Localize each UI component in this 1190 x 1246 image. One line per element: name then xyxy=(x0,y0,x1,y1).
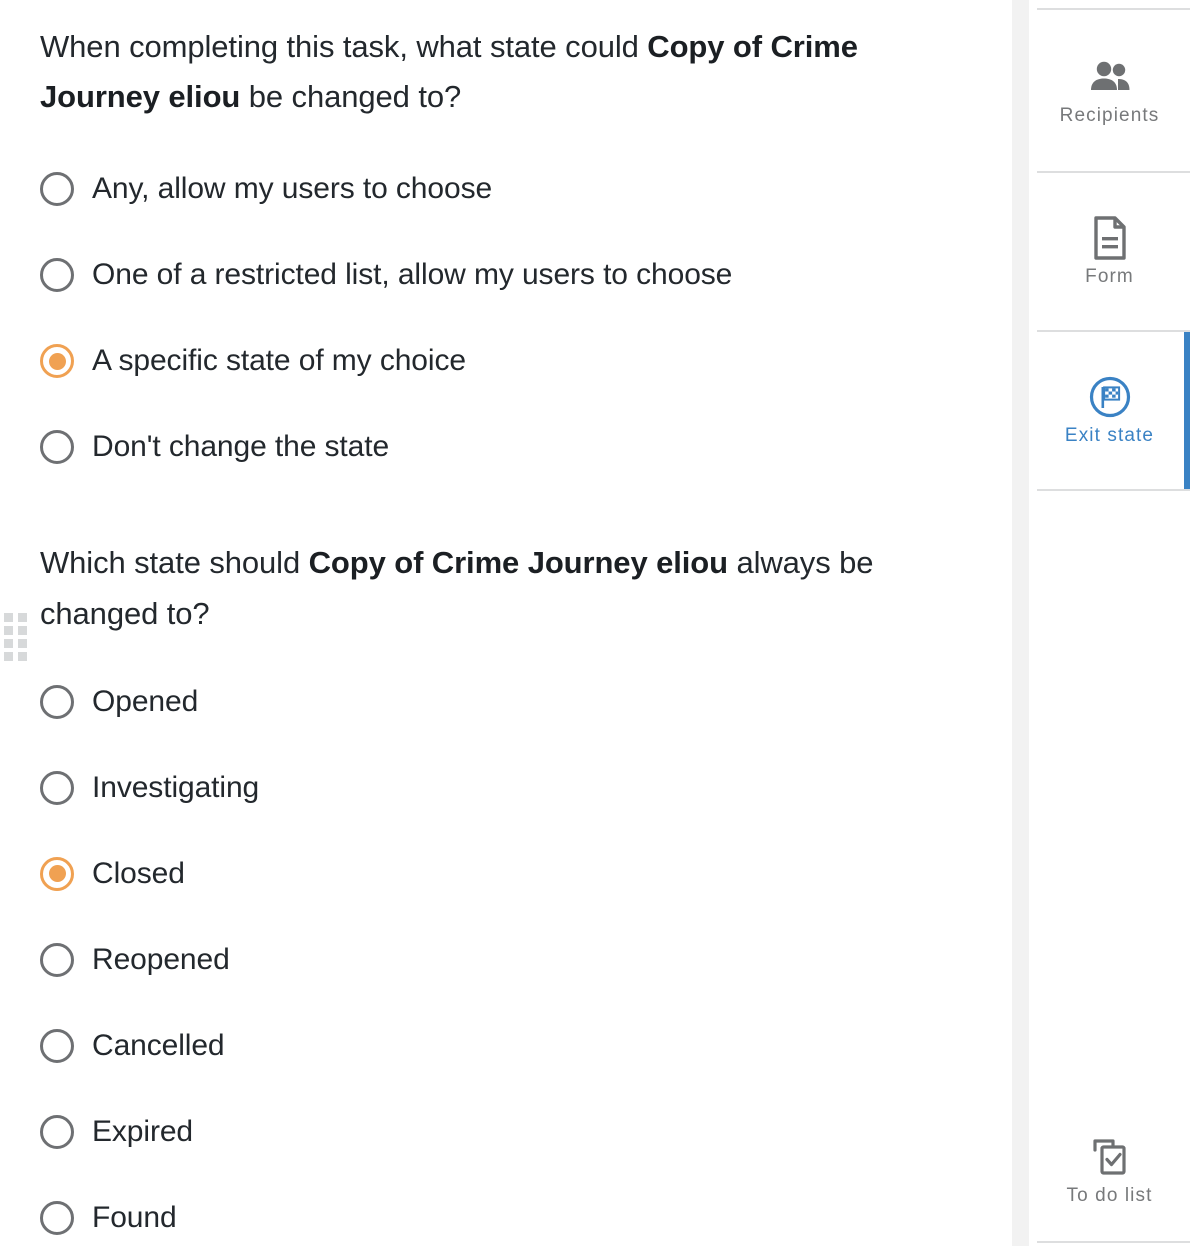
screen-root: When completing this task, what state co… xyxy=(0,0,1190,1246)
radio-icon[interactable] xyxy=(40,1200,74,1235)
sidebar-item-exit-state[interactable]: Exit state xyxy=(1029,332,1190,489)
document-icon xyxy=(1092,215,1128,261)
drag-dot xyxy=(18,613,27,622)
radio-icon[interactable] xyxy=(40,942,74,977)
radio-icon[interactable] xyxy=(40,258,74,293)
radio-icon[interactable] xyxy=(40,770,74,805)
option-dont-change-the-state[interactable]: Don't change the state xyxy=(40,404,972,490)
option-found[interactable]: Found xyxy=(40,1175,972,1246)
question-1-prefix: When completing this task, what state co… xyxy=(40,29,648,64)
option-label: Don't change the state xyxy=(92,430,390,464)
drag-dot xyxy=(4,639,13,648)
people-icon xyxy=(1088,54,1132,100)
form-content: When completing this task, what state co… xyxy=(0,0,1012,1246)
option-label: Cancelled xyxy=(92,1028,225,1062)
option-label: A specific state of my choice xyxy=(92,344,466,378)
question-2-text: Which state should Copy of Crime Journey… xyxy=(40,538,945,638)
option-label: One of a restricted list, allow my users… xyxy=(92,258,733,292)
checkered-flag-icon xyxy=(1088,374,1132,420)
option-any-allow-users-choose[interactable]: Any, allow my users to choose xyxy=(40,146,972,232)
question-1-suffix: be changed to? xyxy=(240,79,462,115)
sidebar-divider xyxy=(1037,489,1190,491)
sidebar-item-label: Recipients xyxy=(1059,105,1160,127)
sidebar-active-indicator xyxy=(1184,332,1190,489)
drag-handle-icon[interactable] xyxy=(4,613,27,661)
option-investigating[interactable]: Investigating xyxy=(40,745,972,831)
sidebar-divider xyxy=(1037,1241,1190,1243)
option-closed[interactable]: Closed xyxy=(40,831,972,917)
drag-dot xyxy=(18,626,27,635)
radio-icon[interactable] xyxy=(40,1028,74,1063)
radio-selected-icon[interactable] xyxy=(40,856,74,891)
sidebar-item-recipients[interactable]: Recipients xyxy=(1029,10,1190,171)
option-label: Reopened xyxy=(92,942,230,976)
question-1-options: Any, allow my users to choose One of a r… xyxy=(40,146,972,490)
radio-icon[interactable] xyxy=(40,172,74,207)
option-expired[interactable]: Expired xyxy=(40,1089,972,1175)
vertical-scrollbar-track[interactable] xyxy=(1012,0,1030,1246)
option-opened[interactable]: Opened xyxy=(40,659,972,745)
option-reopened[interactable]: Reopened xyxy=(40,917,972,1003)
sidebar-item-label: To do list xyxy=(1066,1185,1153,1207)
checklist-copy-icon xyxy=(1089,1134,1131,1180)
question-2-block: Which state should Copy of Crime Journey… xyxy=(40,538,972,1246)
question-1-text: When completing this task, what state co… xyxy=(40,22,945,122)
drag-dot xyxy=(18,639,27,648)
option-label: Investigating xyxy=(92,770,260,804)
question-2-prefix: Which state should xyxy=(40,545,309,581)
option-specific-state-of-my-choice[interactable]: A specific state of my choice xyxy=(40,318,972,404)
drag-dot xyxy=(4,626,13,635)
question-2-options: Opened Investigating Closed Reopened Can… xyxy=(40,659,972,1246)
option-label: Closed xyxy=(92,856,185,890)
right-sidebar: Recipients Form Exit state To do list xyxy=(1029,0,1190,1246)
radio-icon[interactable] xyxy=(40,684,74,719)
radio-selected-icon[interactable] xyxy=(40,344,74,379)
option-label: Opened xyxy=(92,684,199,718)
sidebar-item-to-do-list[interactable]: To do list xyxy=(1029,1100,1190,1241)
radio-icon[interactable] xyxy=(40,1114,74,1149)
radio-icon[interactable] xyxy=(40,430,74,465)
drag-dot xyxy=(4,652,13,661)
option-restricted-list-allow-users-choose[interactable]: One of a restricted list, allow my users… xyxy=(40,232,972,318)
drag-dot xyxy=(18,652,27,661)
sidebar-item-label: Exit state xyxy=(1064,425,1155,447)
question-2-entity: Copy of Crime Journey eliou xyxy=(308,545,728,581)
main-content-pane: When completing this task, what state co… xyxy=(0,0,1012,1246)
option-label: Any, allow my users to choose xyxy=(92,172,493,206)
drag-dot xyxy=(4,613,13,622)
option-cancelled[interactable]: Cancelled xyxy=(40,1003,972,1089)
option-label: Found xyxy=(92,1200,177,1234)
option-label: Expired xyxy=(92,1114,194,1148)
sidebar-item-label: Form xyxy=(1085,266,1134,288)
sidebar-item-form[interactable]: Form xyxy=(1029,173,1190,330)
